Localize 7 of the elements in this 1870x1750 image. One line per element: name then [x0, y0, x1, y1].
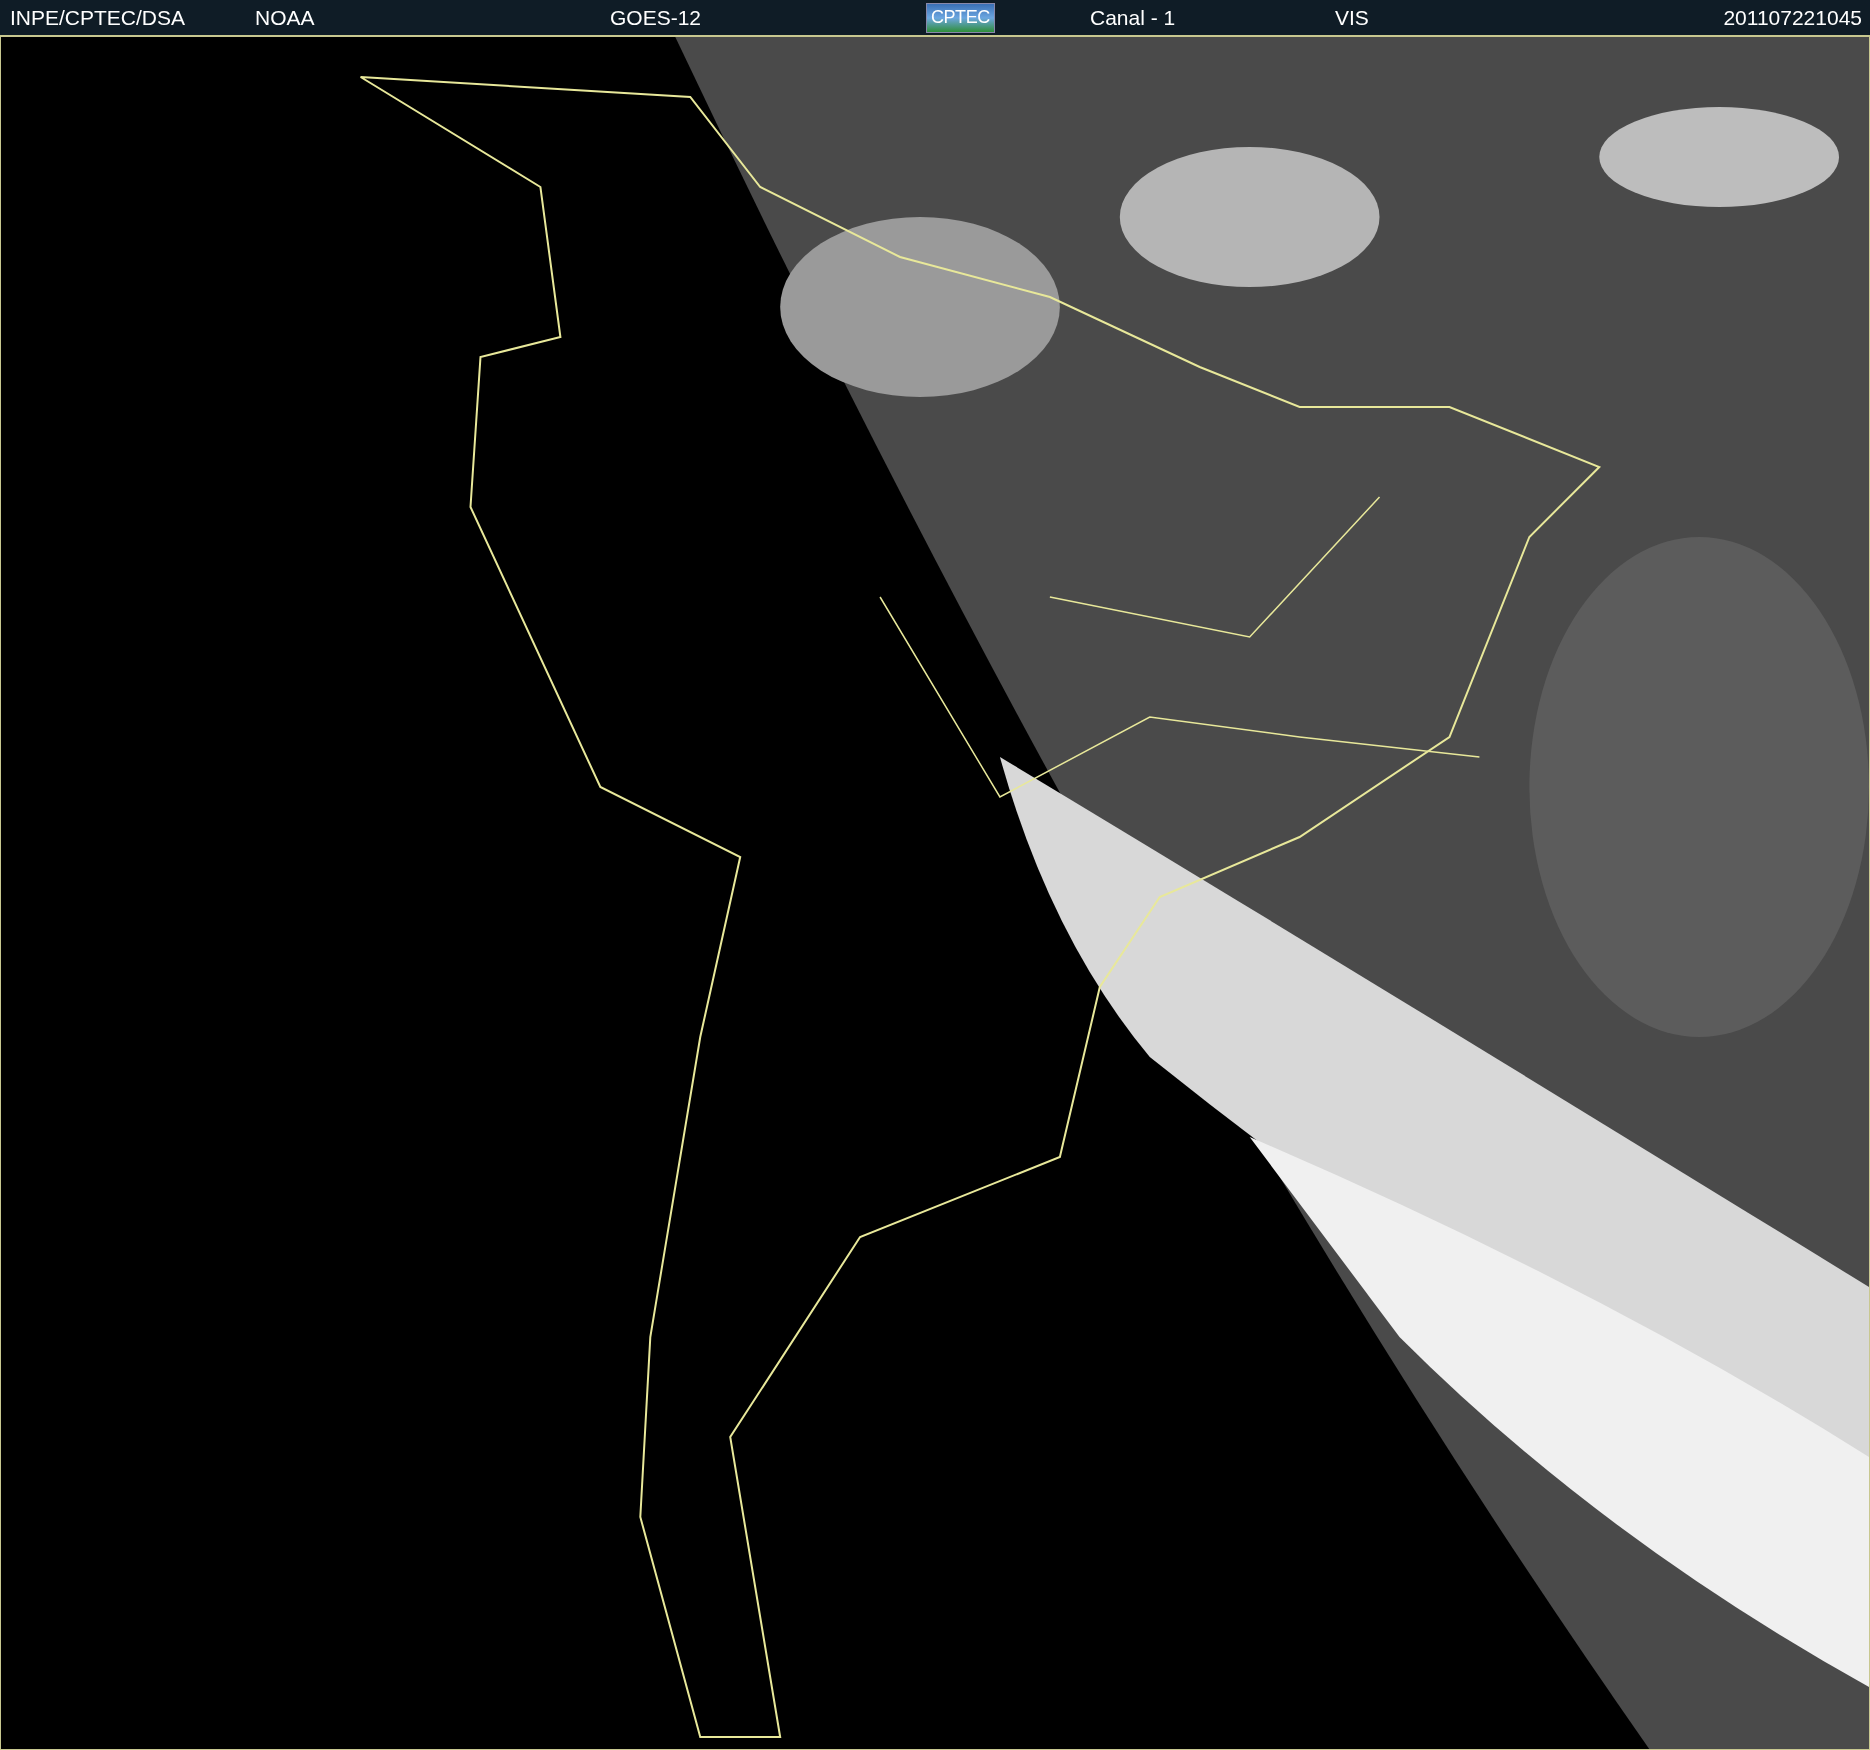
header-label: INPE/CPTEC/DSA [10, 5, 186, 29]
header-label: GOES-12 [610, 5, 702, 29]
logo: CPTEC [926, 2, 995, 33]
header-label: Canal - 1 [1090, 5, 1176, 29]
header-label: 201107221045 [1723, 4, 1862, 31]
header-label: NOAA [255, 5, 315, 29]
header-label: VIS [1335, 5, 1369, 29]
